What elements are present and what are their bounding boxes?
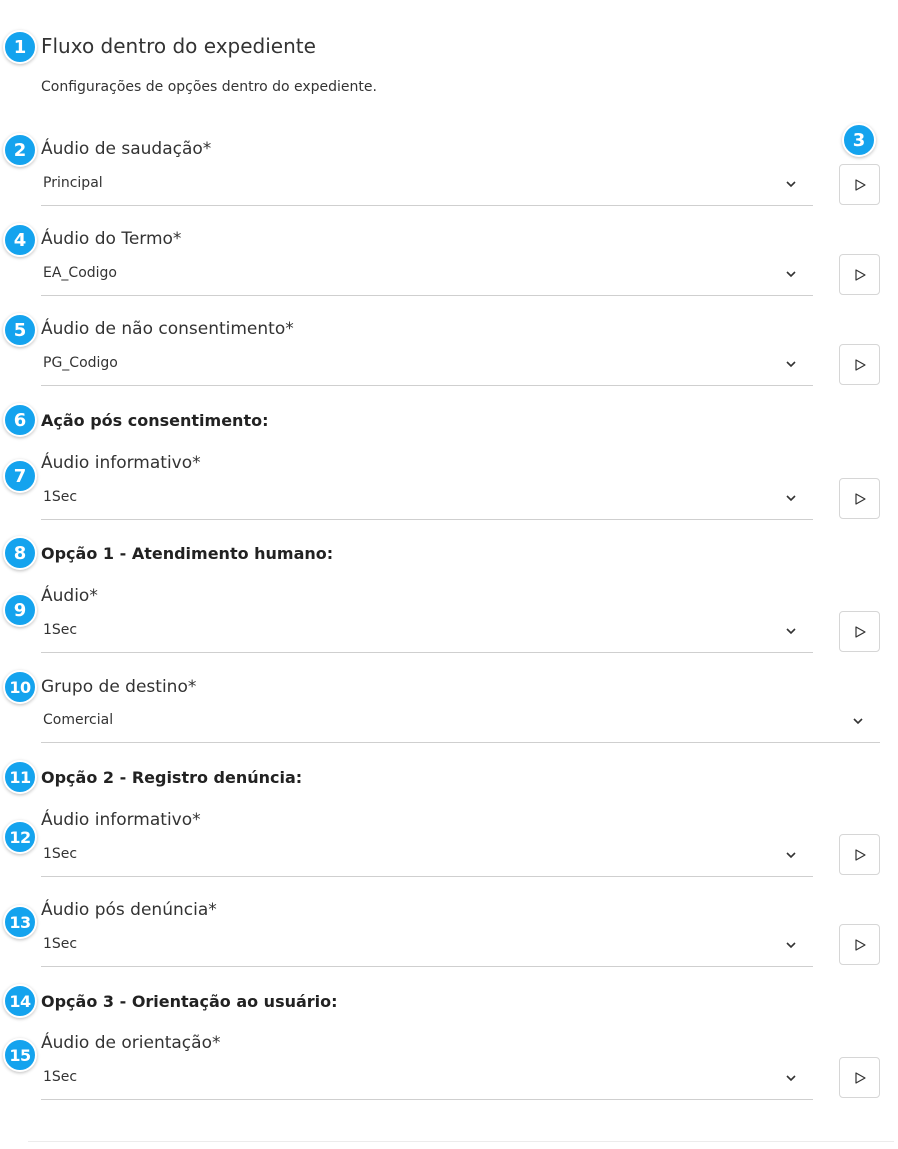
audio-informativo-1-value: 1Sec [43,489,78,505]
audio-saudacao-select[interactable]: Principal [41,164,813,206]
chevron-down-icon [786,181,796,188]
chevron-down-icon [786,495,796,502]
annotation-badge-14: 14 [3,984,37,1018]
audio-nao-consentimento-value: PG_Codigo [43,355,118,371]
chevron-down-icon [853,718,863,725]
section-opcao-1: Opção 1 - Atendimento humano: [41,544,334,563]
audio-informativo-2-label: Áudio informativo* [41,810,201,830]
audio-termo-value: EA_Codigo [43,265,117,281]
audio-pos-denuncia-value: 1Sec [43,936,78,952]
chevron-down-icon [786,942,796,949]
play-icon [854,848,866,861]
audio-pos-denuncia-label: Áudio pós denúncia* [41,900,217,920]
annotation-badge-12: 12 [3,820,37,854]
play-audio-informativo-2-button[interactable] [839,834,880,875]
annotation-badge-11: 11 [3,760,37,794]
audio-saudacao-value: Principal [43,175,103,191]
audio-pos-denuncia-select[interactable]: 1Sec [41,925,813,967]
footer-divider [28,1141,894,1142]
audio-opcao-1-value: 1Sec [43,622,78,638]
play-audio-saudacao-button[interactable] [839,164,880,205]
audio-opcao-1-select[interactable]: 1Sec [41,611,813,653]
play-audio-nao-consentimento-button[interactable] [839,344,880,385]
annotation-badge-9: 9 [3,593,37,627]
chevron-down-icon [786,1075,796,1082]
audio-opcao-1-label: Áudio* [41,586,98,606]
annotation-badge-7: 7 [3,459,37,493]
audio-informativo-2-select[interactable]: 1Sec [41,835,813,877]
play-icon [854,178,866,191]
grupo-destino-label: Grupo de destino* [41,677,197,697]
chevron-down-icon [786,628,796,635]
annotation-badge-2: 2 [3,133,37,167]
audio-informativo-1-select[interactable]: 1Sec [41,478,813,520]
section-opcao-3: Opção 3 - Orientação ao usuário: [41,992,338,1011]
annotation-badge-8: 8 [3,536,37,570]
play-icon [854,625,866,638]
section-acao-pos-consentimento: Ação pós consentimento: [41,411,269,430]
annotation-badge-1: 1 [3,30,37,64]
page-title: Fluxo dentro do expediente [41,34,316,58]
annotation-badge-13: 13 [3,905,37,939]
annotation-badge-3: 3 [842,123,876,157]
annotation-badge-5: 5 [3,313,37,347]
play-audio-termo-button[interactable] [839,254,880,295]
play-icon [854,358,866,371]
annotation-badge-4: 4 [3,223,37,257]
section-opcao-2: Opção 2 - Registro denúncia: [41,768,303,787]
play-icon [854,1071,866,1084]
audio-saudacao-label: Áudio de saudação* [41,139,212,159]
audio-nao-consentimento-label: Áudio de não consentimento* [41,319,294,339]
audio-termo-select[interactable]: EA_Codigo [41,254,813,296]
annotation-badge-6: 6 [3,403,37,437]
annotation-badge-10: 10 [3,670,37,704]
grupo-destino-value: Comercial [43,712,114,728]
play-icon [854,938,866,951]
audio-informativo-1-label: Áudio informativo* [41,453,201,473]
audio-nao-consentimento-select[interactable]: PG_Codigo [41,344,813,386]
chevron-down-icon [786,271,796,278]
annotation-badge-15: 15 [3,1038,37,1072]
audio-orientacao-value: 1Sec [43,1069,78,1085]
play-audio-opcao-1-button[interactable] [839,611,880,652]
play-icon [854,268,866,281]
play-icon [854,492,866,505]
play-audio-pos-denuncia-button[interactable] [839,924,880,965]
play-audio-orientacao-button[interactable] [839,1057,880,1098]
audio-orientacao-select[interactable]: 1Sec [41,1058,813,1100]
audio-orientacao-label: Áudio de orientação* [41,1033,221,1053]
chevron-down-icon [786,361,796,368]
chevron-down-icon [786,852,796,859]
audio-informativo-2-value: 1Sec [43,846,78,862]
audio-termo-label: Áudio do Termo* [41,229,182,249]
page-subtitle: Configurações de opções dentro do expedi… [41,79,377,95]
grupo-destino-select[interactable]: Comercial [41,701,880,743]
play-audio-informativo-1-button[interactable] [839,478,880,519]
